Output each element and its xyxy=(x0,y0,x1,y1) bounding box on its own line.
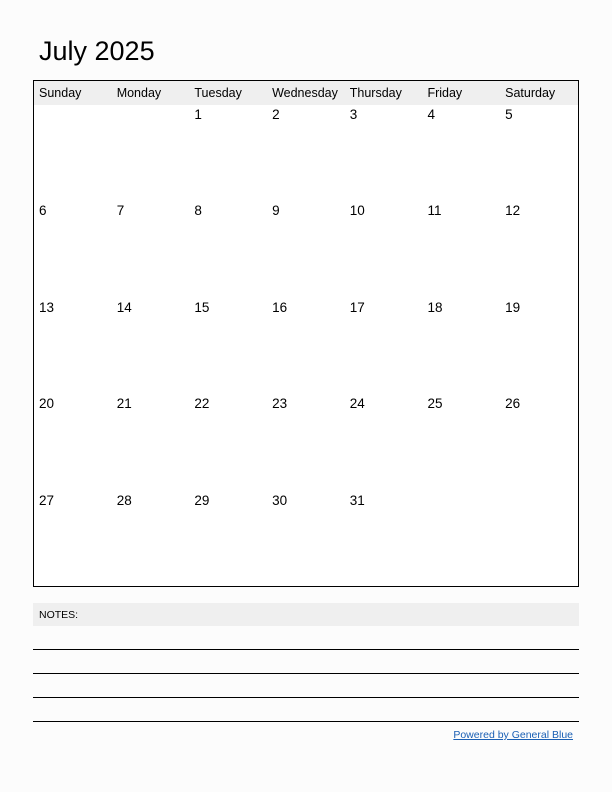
weeks-container: 1 2 3 4 5 6 7 8 9 10 11 12 13 14 15 16 17 18 19 20 21 22 23 24 2… xyxy=(34,105,578,587)
day-cell-1: 1 xyxy=(194,107,202,122)
week-row: 1 2 3 4 5 xyxy=(34,105,578,201)
calendar-grid: Sunday Monday Tuesday Wednesday Thursday… xyxy=(33,80,579,587)
week-row: 13 14 15 16 17 18 19 xyxy=(34,298,578,394)
day-cell-24: 24 xyxy=(349,396,365,412)
day-cell-8: 8 xyxy=(194,203,202,219)
day-cell-21: 21 xyxy=(116,396,132,412)
day-cell-13: 13 xyxy=(39,299,55,315)
day-cell-23: 23 xyxy=(272,396,288,412)
day-cell-25: 25 xyxy=(427,396,443,412)
weekday-wednesday: Wednesday xyxy=(272,86,338,100)
day-cell-5: 5 xyxy=(505,107,513,122)
powered-by-link[interactable]: Powered by General Blue xyxy=(453,729,573,741)
weekday-saturday: Saturday xyxy=(505,86,556,100)
week-row: 27 28 29 30 31 xyxy=(34,491,578,587)
day-cell-20: 20 xyxy=(39,396,55,412)
day-cell-empty xyxy=(500,491,578,587)
day-cell-26: 26 xyxy=(505,396,521,412)
day-cell-4: 4 xyxy=(427,107,435,122)
day-cell-14: 14 xyxy=(116,299,132,315)
day-cell-9: 9 xyxy=(272,203,280,219)
weekday-sunday: Sunday xyxy=(39,86,82,100)
day-cell-31: 31 xyxy=(349,492,365,508)
day-cell-12: 12 xyxy=(505,203,521,219)
notes-line[interactable] xyxy=(33,674,579,698)
day-cell-19: 19 xyxy=(505,299,521,315)
weekday-thursday: Thursday xyxy=(349,86,402,100)
day-cell-7: 7 xyxy=(116,203,125,219)
day-cell-28: 28 xyxy=(116,492,132,508)
day-cell-3: 3 xyxy=(349,107,358,122)
day-cell-empty xyxy=(422,491,500,587)
day-cell-2: 2 xyxy=(272,107,280,122)
calendar-title: July 2025 xyxy=(39,36,155,66)
day-cell-17: 17 xyxy=(349,299,365,315)
week-row: 20 21 22 23 24 25 26 xyxy=(34,394,578,490)
weekday-friday: Friday xyxy=(427,86,463,100)
day-cell-11: 11 xyxy=(427,203,442,219)
day-cell-15: 15 xyxy=(194,299,210,315)
notes-line[interactable] xyxy=(33,650,579,674)
weekday-tuesday: Tuesday xyxy=(194,86,242,100)
day-cell-empty xyxy=(34,105,112,201)
notes-lines xyxy=(33,626,579,722)
day-cell-16: 16 xyxy=(272,299,288,315)
day-cell-empty xyxy=(112,105,190,201)
notes-section: NOTES: xyxy=(33,603,579,722)
day-cell-30: 30 xyxy=(272,492,288,508)
day-cell-29: 29 xyxy=(194,492,210,508)
notes-line[interactable] xyxy=(33,626,579,650)
day-cell-22: 22 xyxy=(194,396,210,412)
notes-label: NOTES: xyxy=(33,603,579,626)
notes-line[interactable] xyxy=(33,698,579,722)
weekday-monday: Monday xyxy=(116,86,162,100)
day-cell-27: 27 xyxy=(39,492,55,508)
day-cell-10: 10 xyxy=(349,203,365,219)
day-cell-6: 6 xyxy=(39,203,47,219)
weekday-header-row: Sunday Monday Tuesday Wednesday Thursday… xyxy=(34,81,578,105)
day-cell-18: 18 xyxy=(427,299,443,315)
week-row: 6 7 8 9 10 11 12 xyxy=(34,201,578,297)
